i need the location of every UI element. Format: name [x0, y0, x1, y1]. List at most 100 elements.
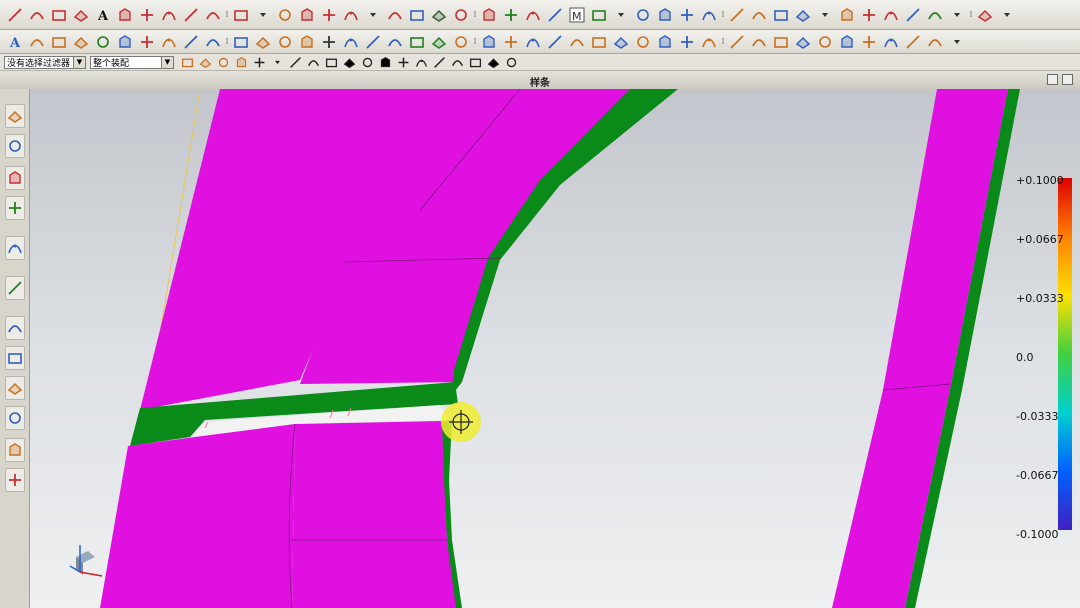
tool-more-button[interactable] [253, 5, 273, 25]
tool-dropdown-button[interactable] [947, 5, 967, 25]
snap-curve-button[interactable] [215, 55, 231, 69]
feature-square-button[interactable] [677, 32, 697, 52]
tool-point-set-button[interactable] [479, 5, 499, 25]
manikin-tab[interactable] [5, 406, 25, 430]
tool-wrap-button[interactable] [925, 5, 945, 25]
feature-angle-button[interactable] [297, 32, 317, 52]
feature-grid-button[interactable] [93, 32, 113, 52]
feature-hash-button[interactable] [815, 32, 835, 52]
center-snap-button[interactable] [413, 55, 429, 69]
midpoint-snap-button[interactable] [341, 55, 357, 69]
tool-fillet-button[interactable] [655, 5, 675, 25]
tool-curve-button[interactable] [159, 5, 179, 25]
tool-sew-button[interactable] [837, 5, 857, 25]
web-browser-tab[interactable] [5, 276, 25, 300]
feature-panel-button[interactable] [363, 32, 383, 52]
feature-bracket-button[interactable] [589, 32, 609, 52]
feature-camera-button[interactable] [385, 32, 405, 52]
arc-snap-button[interactable] [395, 55, 411, 69]
select-box-button[interactable] [251, 55, 267, 69]
tool-extract-button[interactable] [881, 5, 901, 25]
tool-patch-button[interactable] [859, 5, 879, 25]
slash-snap-button[interactable] [467, 55, 483, 69]
snap-filter-button[interactable] [179, 55, 195, 69]
selection-filter-dropdown[interactable]: 没有选择过滤器 ▼ [4, 55, 86, 69]
tool-draft-button[interactable] [727, 5, 747, 25]
tool-face-button[interactable] [545, 5, 565, 25]
feature-copy-button[interactable] [429, 32, 449, 52]
tool-dropdown-button[interactable] [997, 5, 1017, 25]
endpoint-snap-button[interactable] [323, 55, 339, 69]
feature-panel-button[interactable] [859, 32, 879, 52]
tool-bar-button[interactable] [429, 5, 449, 25]
feature-block-button[interactable] [137, 32, 157, 52]
model-view[interactable] [30, 89, 1080, 608]
tool-bridge-button[interactable] [231, 5, 251, 25]
feature-pipe-button[interactable] [567, 32, 587, 52]
tool-trim-button[interactable] [275, 5, 295, 25]
tool-section-button[interactable] [975, 5, 995, 25]
feature-angle-bracket-button[interactable] [633, 32, 653, 52]
lower-left-surface[interactable] [100, 424, 295, 608]
tool-chamfer-button[interactable] [677, 5, 697, 25]
tool-offset-curve-button[interactable] [181, 5, 201, 25]
feature-text-button[interactable]: A [5, 32, 25, 52]
constraint-navigator-tab[interactable] [5, 134, 25, 158]
history-tab[interactable] [5, 316, 25, 340]
feature-gauge-button[interactable] [545, 32, 565, 52]
feature-link-button[interactable] [925, 32, 945, 52]
reuse-library-tab[interactable] [5, 196, 25, 220]
feature-cylinder-button[interactable] [253, 32, 273, 52]
tool-thicken-button[interactable] [749, 5, 769, 25]
hd3d-tab[interactable] [5, 236, 25, 260]
lower-center-surface[interactable] [292, 421, 458, 608]
tool-dropdown-button[interactable] [611, 5, 631, 25]
close-button[interactable] [1062, 74, 1073, 85]
tool-mesh-button[interactable] [407, 5, 427, 25]
node-snap-button[interactable] [485, 55, 501, 69]
tool-split-button[interactable] [451, 5, 471, 25]
system-materials-tab[interactable] [5, 346, 25, 370]
process-studio-tab[interactable] [5, 376, 25, 400]
tool-brush-button[interactable] [633, 5, 653, 25]
tool-rectangle-button[interactable] [49, 5, 69, 25]
tool-m-button[interactable]: M [567, 5, 587, 25]
view-button[interactable] [287, 55, 303, 69]
feature-clamp-button[interactable] [523, 32, 543, 52]
quadrant-snap-button[interactable] [431, 55, 447, 69]
feature-corner-button[interactable] [727, 32, 747, 52]
feature-folder-button[interactable] [501, 32, 521, 52]
tool-emboss-button[interactable] [793, 5, 813, 25]
feature-measure-button[interactable] [27, 32, 47, 52]
tool-shell-button[interactable] [699, 5, 719, 25]
feature-tube-button[interactable] [699, 32, 719, 52]
tool-rib-button[interactable] [771, 5, 791, 25]
cube-view-button[interactable] [305, 55, 321, 69]
dropdown-button[interactable] [269, 55, 285, 69]
feature-cube-solid-button[interactable] [71, 32, 91, 52]
tool-analysis-button[interactable] [589, 5, 609, 25]
feature-cube-button[interactable] [49, 32, 69, 52]
feature-square-button[interactable] [655, 32, 675, 52]
graphics-viewport[interactable]: +0.1000 +0.0667 +0.0333 0.0 -0.0333 -0.0667 -0… [30, 89, 1080, 608]
tool-axis-button[interactable] [501, 5, 521, 25]
feature-save-button[interactable] [479, 32, 499, 52]
tool-polygon-button[interactable] [115, 5, 135, 25]
feature-wedge-button[interactable] [749, 32, 769, 52]
feature-cross-button[interactable] [275, 32, 295, 52]
assembly-navigator-tab[interactable] [5, 104, 25, 128]
snap-point-button[interactable] [197, 55, 213, 69]
feature-doc-button[interactable] [407, 32, 427, 52]
feature-beam-button[interactable] [341, 32, 361, 52]
roles-tab[interactable] [5, 438, 25, 462]
feature-frame-button[interactable] [159, 32, 179, 52]
tool-sweep-button[interactable] [523, 5, 543, 25]
tool-line-button[interactable] [5, 5, 25, 25]
clip-button[interactable] [503, 55, 519, 69]
intersection-snap-button[interactable] [449, 55, 465, 69]
feature-layers-button[interactable] [231, 32, 251, 52]
feature-x-axis-button[interactable] [319, 32, 339, 52]
feature-hatch-button[interactable] [793, 32, 813, 52]
feature-stack-button[interactable] [881, 32, 901, 52]
tool-more-button[interactable] [363, 5, 383, 25]
